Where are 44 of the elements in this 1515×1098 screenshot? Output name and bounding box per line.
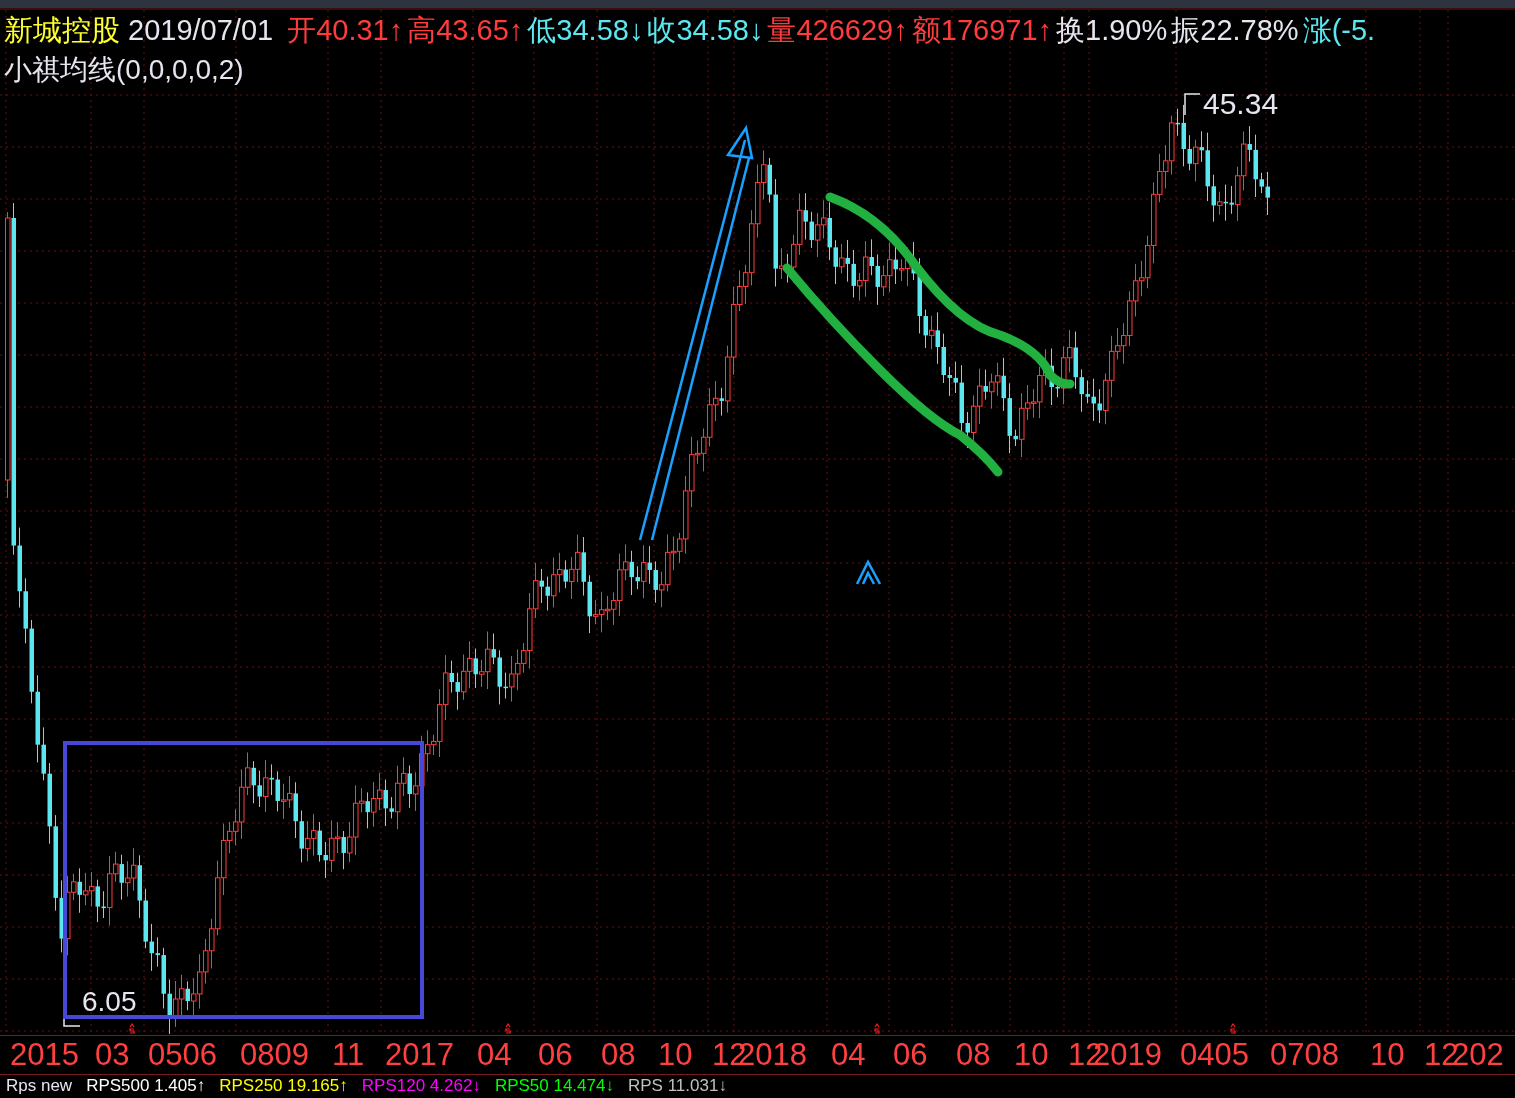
marker-icon [1230,1022,1236,1034]
axis-label: 04 [477,1038,512,1072]
marker-icon [505,1022,511,1034]
axis-label: 11 [332,1038,365,1072]
leader-line [63,1016,81,1027]
axis-label: 2017 [385,1038,454,1072]
rps-value: RPS500 1.405↑ [86,1075,206,1097]
quote-field: 收34.58↓ [647,10,764,50]
axis-label: 0809 [240,1038,309,1072]
quote-field: 高43.65↑ [407,10,524,50]
quote-field: 涨(-5. [1302,10,1376,50]
quote-field: 开40.31↑ [287,10,404,50]
quote-field: 量426629↑ [767,10,908,50]
axis-label: 2015 [10,1038,79,1072]
quote-field: 额176971↑ [911,10,1053,50]
axis-label: 10 [658,1038,693,1072]
marker-icon [874,1022,880,1034]
axis-label: 06 [893,1038,928,1072]
axis-label: 0506 [148,1038,217,1072]
date: 2019/07/01 [128,13,274,48]
quote-field: 换1.90% [1056,10,1168,50]
axis-label: 08 [601,1038,636,1072]
axis-label: 06 [538,1038,573,1072]
quote-field: 振22.78% [1171,10,1299,50]
leader-line [1184,93,1201,116]
axis-label: 10 [1014,1038,1049,1072]
rps-value: RPS250 19.165↑ [219,1075,348,1097]
axis-label: 0405 [1180,1038,1249,1072]
axis-label: 0708 [1270,1038,1339,1072]
stock-name: 新城控股 [4,13,120,48]
indicator-label: 小祺均线(0,0,0,0,2) [4,53,244,87]
axis-label: 10 [1370,1038,1405,1072]
rps-value: RPS50 14.474↓ [494,1075,614,1097]
marker-icon [129,1022,135,1034]
axis-label: 08 [956,1038,991,1072]
axis-label: 03 [95,1038,130,1072]
chevron-mark-icon [855,559,882,586]
rps-title: Rps new [6,1075,73,1097]
quote-field: 低34.58↓ [527,10,644,50]
rps-value: RPS 11.031↓ [627,1075,727,1097]
high-price-label: 45.34 [1203,87,1279,120]
rps-value: RPS120 4.262↓ [361,1075,481,1097]
low-price-label: 6.05 [82,986,137,1017]
axis-label: 04 [831,1038,866,1072]
